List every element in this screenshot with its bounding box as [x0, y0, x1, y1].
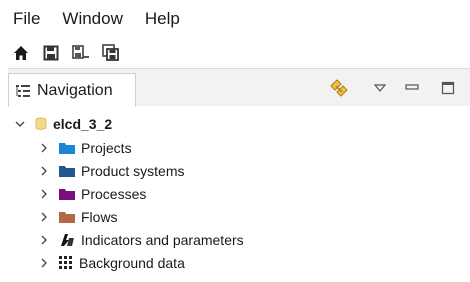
- folder-icon: [59, 165, 75, 177]
- menu-bar: File Window Help: [0, 0, 470, 38]
- folder-icon: [59, 142, 75, 154]
- chevron-right-icon[interactable]: [36, 189, 52, 199]
- folder-icon: [59, 211, 75, 223]
- tab-navigation-label: Navigation: [37, 81, 113, 99]
- toolbar: [0, 38, 470, 68]
- menu-file[interactable]: File: [11, 5, 42, 33]
- tree-item-label: Indicators and parameters: [81, 232, 244, 248]
- tree-item-flows[interactable]: Flows: [36, 205, 118, 229]
- save-all-icon: [102, 44, 119, 61]
- navigation-tree: elcd_3_2 Projects Product systems Proces…: [12, 110, 462, 278]
- chevron-right-icon[interactable]: [36, 166, 52, 176]
- link-with-editor-icon: [330, 79, 348, 97]
- save-icon: [43, 45, 59, 61]
- tree-item-label: Product systems: [81, 163, 185, 179]
- minimize-button[interactable]: [404, 79, 420, 97]
- view-menu-icon: [374, 84, 386, 92]
- folder-icon: [59, 188, 75, 200]
- tree-root-item[interactable]: elcd_3_2: [12, 112, 112, 136]
- tree-item-label: Processes: [81, 186, 147, 202]
- chevron-right-icon[interactable]: [36, 212, 52, 222]
- minimize-icon: [405, 84, 419, 90]
- tree-item-projects[interactable]: Projects: [36, 136, 132, 160]
- tree-item-label: Background data: [79, 255, 185, 271]
- save-as-icon: [72, 45, 89, 59]
- chevron-right-icon[interactable]: [36, 235, 52, 245]
- home-button[interactable]: [10, 42, 32, 64]
- save-as-button[interactable]: [70, 42, 92, 64]
- tree-item-product-systems[interactable]: Product systems: [36, 159, 184, 183]
- save-button[interactable]: [40, 42, 62, 64]
- menu-window[interactable]: Window: [60, 5, 124, 33]
- maximize-icon: [441, 81, 455, 95]
- tree-item-indicators-and-parameters[interactable]: Indicators and parameters: [36, 228, 244, 252]
- tree-root-label: elcd_3_2: [53, 116, 113, 132]
- save-all-button[interactable]: [100, 42, 122, 64]
- tree-item-label: Projects: [81, 140, 132, 156]
- database-icon: [35, 117, 47, 131]
- maximize-button[interactable]: [440, 79, 456, 97]
- tree-item-processes[interactable]: Processes: [36, 182, 146, 206]
- navigation-tree-icon: [15, 83, 31, 99]
- tab-navigation[interactable]: Navigation: [8, 73, 136, 107]
- indicators-icon: [59, 233, 75, 247]
- navigation-panel-header: Navigation: [8, 68, 470, 107]
- tree-item-background-data[interactable]: Background data: [36, 251, 185, 275]
- grid-icon: [59, 256, 73, 270]
- menu-help[interactable]: Help: [143, 5, 182, 33]
- tree-item-label: Flows: [81, 209, 118, 225]
- chevron-right-icon[interactable]: [36, 143, 52, 153]
- chevron-right-icon[interactable]: [36, 258, 52, 268]
- view-menu-button[interactable]: [373, 79, 387, 97]
- link-with-editor-button[interactable]: [328, 77, 350, 99]
- chevron-down-icon[interactable]: [12, 120, 28, 128]
- home-icon: [14, 46, 28, 60]
